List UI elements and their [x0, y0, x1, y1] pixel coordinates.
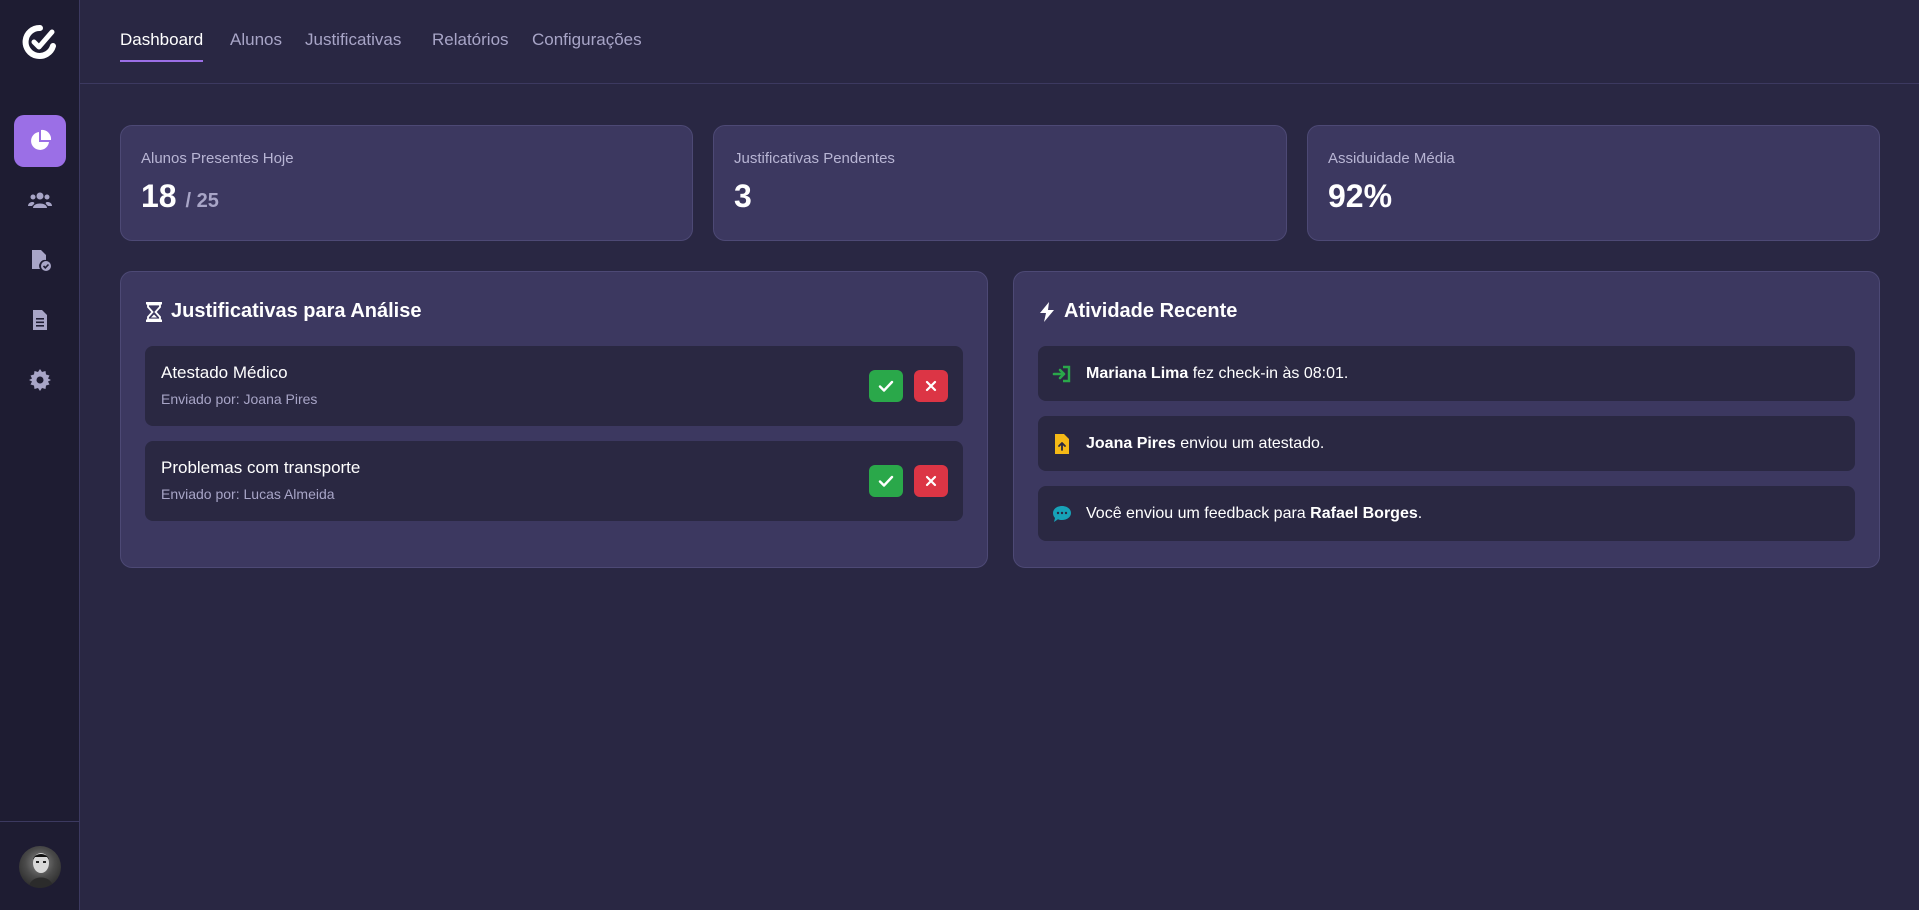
comment-icon: [1052, 504, 1072, 524]
activity-item: Mariana Lima fez check-in às 08:01.: [1038, 346, 1855, 401]
tab-relatorios[interactable]: Relatórios: [432, 30, 509, 60]
activity-user: Rafael Borges: [1310, 504, 1418, 522]
activity-item: Você enviou um feedback para Rafael Borg…: [1038, 486, 1855, 541]
file-upload-icon: [1052, 433, 1072, 454]
approve-button[interactable]: [869, 370, 903, 402]
reject-button[interactable]: [914, 370, 948, 402]
justifications-panel: Justificativas para Análise Atestado Méd…: [120, 271, 988, 568]
close-icon: [925, 380, 937, 392]
document-icon: [33, 310, 47, 330]
sidebar-item-dashboard[interactable]: [14, 115, 66, 167]
avatar[interactable]: [19, 846, 61, 888]
stat-value: 3: [734, 178, 752, 214]
top-navigation: Dashboard Alunos Justificativas Relatóri…: [80, 0, 1919, 84]
activity-text: Você enviou um feedback para: [1086, 504, 1311, 522]
logo-c-check-icon[interactable]: [22, 24, 58, 60]
hourglass-icon: [146, 301, 162, 322]
sidebar-item-students[interactable]: [14, 174, 66, 226]
sidebar-item-settings[interactable]: [14, 354, 66, 406]
sidebar-item-justifications[interactable]: [14, 234, 66, 286]
sidebar-footer: [0, 821, 80, 910]
tab-configuracoes[interactable]: Configurações: [532, 30, 642, 60]
stat-total: / 25: [185, 190, 219, 212]
activity-text: enviou um atestado.: [1175, 434, 1325, 452]
panel-title: Atividade Recente: [1038, 300, 1237, 323]
justification-title: Problemas com transporte: [161, 458, 361, 477]
bolt-icon: [1040, 301, 1054, 322]
justification-sender: Enviado por: Lucas Almeida: [161, 486, 335, 502]
activity-user: Joana Pires: [1086, 434, 1176, 452]
file-check-icon: [32, 250, 51, 271]
activity-panel: Atividade Recente Mariana Lima fez check…: [1013, 271, 1880, 568]
gear-icon: [29, 369, 51, 391]
panel-title: Justificativas para Análise: [145, 300, 422, 323]
activity-user: Mariana Lima: [1086, 364, 1189, 382]
justification-item: Problemas com transporte Enviado por: Lu…: [145, 441, 963, 521]
justification-item: Atestado Médico Enviado por: Joana Pires: [145, 346, 963, 426]
stat-label: Justificativas Pendentes: [734, 150, 895, 167]
stat-card-pending: Justificativas Pendentes 3: [713, 125, 1287, 241]
stat-value: 18 / 25: [141, 178, 219, 215]
tab-alunos[interactable]: Alunos: [230, 30, 282, 60]
sign-in-icon: [1052, 364, 1072, 384]
stat-card-attendance: Assiduidade Média 92%: [1307, 125, 1880, 241]
stat-label: Alunos Presentes Hoje: [141, 150, 294, 167]
stat-label: Assiduidade Média: [1328, 150, 1455, 167]
pie-chart-icon: [31, 129, 52, 150]
tab-dashboard[interactable]: Dashboard: [120, 30, 204, 62]
close-icon: [925, 475, 937, 487]
users-icon: [28, 192, 52, 208]
reject-button[interactable]: [914, 465, 948, 497]
justification-title: Atestado Médico: [161, 363, 288, 382]
activity-item: Joana Pires enviou um atestado.: [1038, 416, 1855, 471]
panel-title-text: Atividade Recente: [1064, 300, 1238, 322]
check-icon: [878, 475, 894, 487]
approve-button[interactable]: [869, 465, 903, 497]
sidebar-item-reports[interactable]: [14, 294, 66, 346]
check-icon: [878, 380, 894, 392]
justification-sender: Enviado por: Joana Pires: [161, 391, 318, 407]
sidebar: [0, 0, 80, 910]
activity-text: fez check-in às 08:01.: [1188, 364, 1349, 382]
stat-card-present: Alunos Presentes Hoje 18 / 25: [120, 125, 693, 241]
tab-justificativas[interactable]: Justificativas: [305, 30, 401, 60]
activity-text-end: .: [1417, 504, 1423, 522]
panel-title-text: Justificativas para Análise: [171, 300, 422, 322]
stat-number: 18: [141, 178, 177, 214]
stat-value: 92%: [1328, 178, 1393, 214]
